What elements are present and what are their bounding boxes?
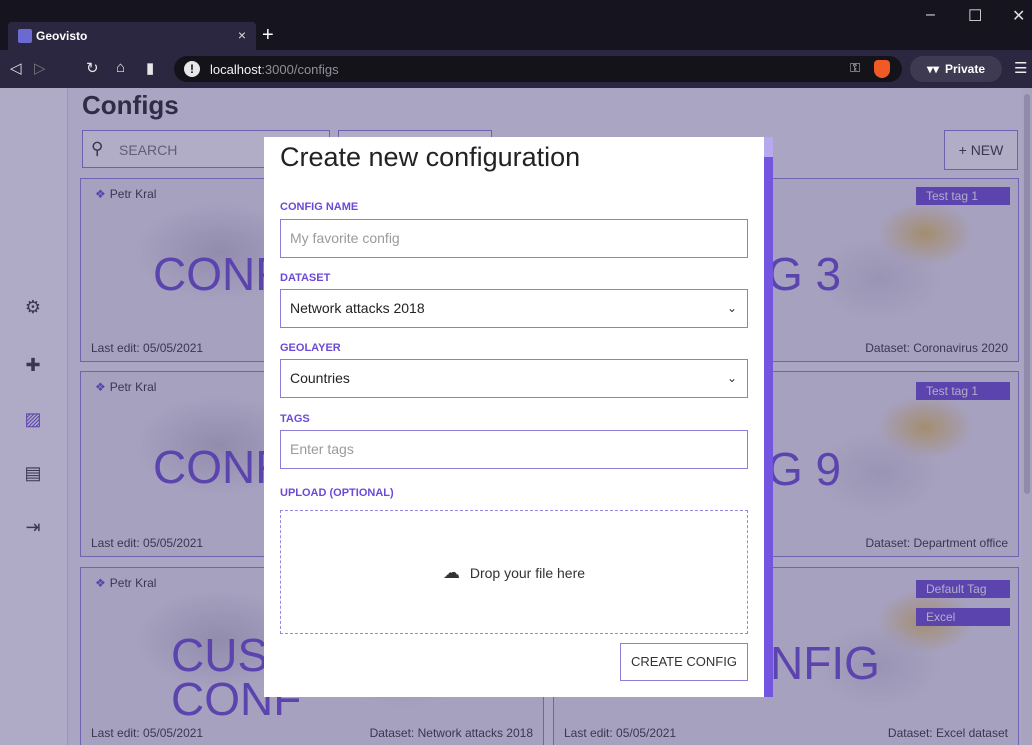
- geolayer-select[interactable]: Countries ⌄: [280, 359, 748, 398]
- address-bar[interactable]: ! localhost:3000/configs ⚿: [174, 56, 902, 82]
- new-tab-button[interactable]: +: [262, 24, 274, 47]
- bookmark-icon[interactable]: ▮: [146, 59, 154, 77]
- brave-shield-icon[interactable]: [874, 60, 890, 78]
- dropzone-text: Drop your file here: [469, 565, 586, 581]
- minimize-button[interactable]: –: [926, 6, 935, 24]
- dataset-label: DATASET: [280, 272, 331, 284]
- home-icon[interactable]: ⌂: [116, 59, 125, 76]
- key-icon[interactable]: ⚿: [850, 60, 860, 76]
- file-dropzone[interactable]: ☁ Drop your file here: [280, 510, 748, 634]
- browser-tab[interactable]: Geovisto ×: [8, 22, 256, 50]
- private-mask-icon: ▾▾: [926, 62, 939, 76]
- geovisto-favicon-icon: [18, 29, 32, 43]
- private-badge[interactable]: ▾▾ Private: [910, 56, 1002, 82]
- tags-label: TAGS: [280, 413, 310, 425]
- back-icon[interactable]: ◁: [10, 59, 22, 77]
- create-config-modal: Create new configuration CONFIG NAME My …: [264, 137, 773, 697]
- create-config-button[interactable]: CREATE CONFIG: [620, 643, 748, 681]
- geolayer-label: GEOLAYER: [280, 342, 341, 354]
- tags-input[interactable]: Enter tags: [280, 430, 748, 469]
- geolayer-value: Countries: [290, 370, 350, 386]
- browser-titlebar: Geovisto × + – ☐ ✕: [0, 0, 1032, 50]
- tab-title: Geovisto: [36, 29, 88, 43]
- chevron-down-icon: ⌄: [726, 301, 737, 315]
- upload-label: UPLOAD (OPTIONAL): [280, 487, 394, 499]
- browser-navbar: ◁ ▷ ↻ ⌂ ▮ ! localhost:3000/configs ⚿ ▾▾ …: [0, 50, 1032, 88]
- modal-scroll-thumb[interactable]: [764, 137, 773, 157]
- cloud-upload-icon: ☁: [442, 563, 460, 582]
- dataset-select[interactable]: Network attacks 2018 ⌄: [280, 289, 748, 328]
- dataset-value: Network attacks 2018: [290, 300, 425, 316]
- config-name-input[interactable]: My favorite config: [280, 219, 748, 258]
- forward-icon[interactable]: ▷: [34, 59, 46, 77]
- menu-icon[interactable]: ☰: [1014, 59, 1027, 77]
- site-info-icon[interactable]: !: [184, 61, 200, 77]
- url-text: localhost:3000/configs: [210, 62, 339, 77]
- chevron-down-icon: ⌄: [726, 371, 737, 385]
- close-window-button[interactable]: ✕: [1012, 6, 1025, 26]
- config-name-label: CONFIG NAME: [280, 201, 359, 213]
- modal-scrollbar[interactable]: [764, 137, 773, 697]
- reload-icon[interactable]: ↻: [86, 59, 99, 77]
- maximize-button[interactable]: ☐: [968, 6, 982, 26]
- modal-title: Create new configuration: [280, 142, 581, 172]
- tab-close-icon[interactable]: ×: [238, 27, 246, 43]
